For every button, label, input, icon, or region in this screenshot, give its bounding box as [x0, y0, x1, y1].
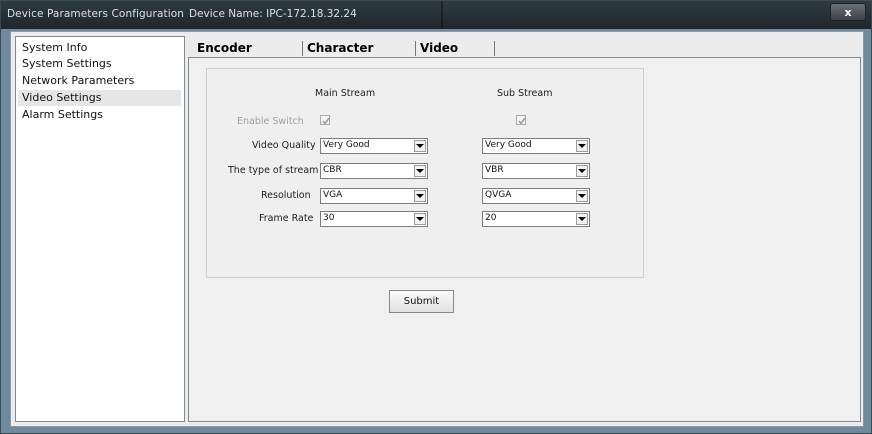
main-frame-rate-value: 30 [323, 213, 335, 223]
checkmark-icon [322, 117, 330, 125]
sub-video-quality-select[interactable]: Very Good [482, 138, 590, 154]
close-icon: x [844, 5, 852, 19]
tab-video-block[interactable]: Video Block [420, 38, 458, 75]
title-bar: Device Parameters Configuration Device N… [1, 1, 871, 29]
encoder-group: Main Stream Sub Stream Enable Switch Vid… [206, 68, 644, 278]
titlebar-divider [441, 1, 443, 29]
enable-switch-label: Enable Switch [237, 116, 304, 127]
tab-separator [494, 41, 495, 56]
video-quality-label: Video Quality [252, 140, 316, 151]
sub-stream-type-select[interactable]: VBR [482, 163, 590, 179]
window-title: Device Parameters Configuration [7, 8, 184, 20]
checkmark-icon [518, 117, 526, 125]
main-video-quality-select[interactable]: Very Good [320, 138, 428, 154]
sub-stream-header: Sub Stream [497, 88, 553, 99]
main-enable-checkbox[interactable] [320, 115, 330, 125]
sub-stream-type-value: VBR [485, 165, 504, 175]
sub-enable-checkbox[interactable] [516, 115, 526, 125]
dropdown-arrow-icon [576, 213, 588, 225]
frame-rate-label: Frame Rate [259, 213, 314, 224]
sidebar-item-alarm-settings[interactable]: Alarm Settings [18, 107, 181, 123]
dropdown-arrow-icon [414, 213, 426, 225]
sidebar-item-video-settings[interactable]: Video Settings [18, 90, 181, 106]
dropdown-arrow-icon [576, 190, 588, 202]
device-name: Device Name: IPC-172.18.32.24 [189, 8, 357, 20]
main-stream-type-value: CBR [323, 165, 342, 175]
tab-encoder-settings[interactable]: Encoder Settings [197, 38, 254, 75]
encoder-settings-panel: Main Stream Sub Stream Enable Switch Vid… [188, 57, 861, 422]
submit-button[interactable]: Submit [389, 290, 454, 313]
main-stream-type-select[interactable]: CBR [320, 163, 428, 179]
main-video-quality-value: Very Good [323, 140, 370, 150]
stream-type-label: The type of stream [228, 165, 319, 176]
resolution-label: Resolution [261, 190, 311, 201]
sub-frame-rate-select[interactable]: 20 [482, 211, 590, 227]
dropdown-arrow-icon [414, 165, 426, 177]
tab-character-overlay[interactable]: Character Overlay [307, 38, 373, 75]
sidebar-item-system-info[interactable]: System Info [18, 40, 181, 56]
main-resolution-value: VGA [323, 190, 343, 200]
settings-sidebar: System Info System Settings Network Para… [15, 36, 185, 422]
dropdown-arrow-icon [414, 140, 426, 152]
main-resolution-select[interactable]: VGA [320, 188, 428, 204]
dropdown-arrow-icon [576, 140, 588, 152]
main-frame-rate-select[interactable]: 30 [320, 211, 428, 227]
config-window: Device Parameters Configuration Device N… [0, 0, 872, 434]
main-stream-header: Main Stream [315, 88, 376, 99]
sidebar-item-network-parameters[interactable]: Network Parameters [18, 73, 181, 89]
tab-separator [415, 41, 416, 56]
sub-resolution-value: QVGA [485, 190, 512, 200]
tab-separator [302, 41, 303, 56]
sub-resolution-select[interactable]: QVGA [482, 188, 590, 204]
sub-video-quality-value: Very Good [485, 140, 532, 150]
sidebar-item-system-settings[interactable]: System Settings [18, 56, 181, 72]
client-area: System Info System Settings Network Para… [10, 31, 864, 427]
sub-frame-rate-value: 20 [485, 213, 497, 223]
close-button[interactable]: x [830, 3, 866, 21]
dropdown-arrow-icon [576, 165, 588, 177]
dropdown-arrow-icon [414, 190, 426, 202]
